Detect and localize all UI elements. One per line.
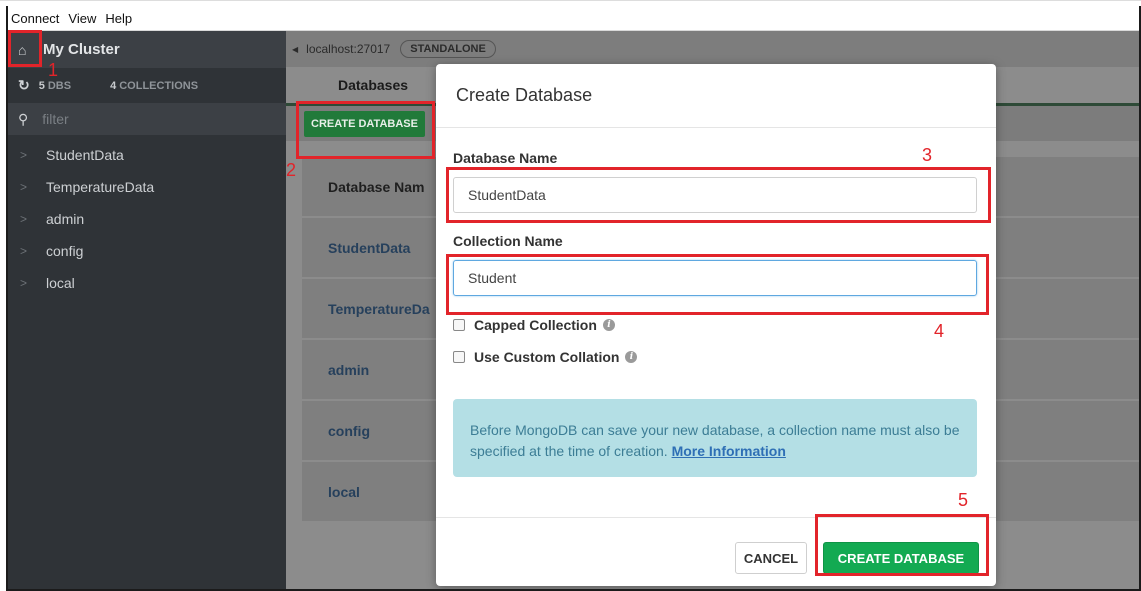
- sidebar-item-studentdata[interactable]: > StudentData: [8, 139, 286, 171]
- sidebar: ⌂ My Cluster ↻ 5 DBS 4 COLLECTIONS ⚲ fil…: [8, 31, 286, 589]
- info-icon[interactable]: i: [625, 351, 638, 363]
- sidebar-item-admin[interactable]: > admin: [8, 203, 286, 235]
- cancel-button[interactable]: CANCEL: [735, 542, 807, 574]
- menu-view[interactable]: View: [68, 11, 96, 26]
- database-list: > StudentData > TemperatureData > admin > co…: [8, 135, 286, 299]
- create-database-dialog: Create Database Database Name StudentDat…: [436, 64, 996, 586]
- capped-collection-label: Capped Collection: [474, 317, 597, 333]
- chevron-right-icon: >: [20, 244, 28, 258]
- standalone-badge: STANDALONE: [400, 40, 496, 58]
- sidebar-item-label: StudentData: [46, 147, 124, 163]
- filter-input[interactable]: filter: [42, 111, 68, 127]
- database-name-label: Database Name: [453, 150, 558, 166]
- sidebar-item-label: config: [46, 243, 84, 259]
- collections-label: COLLECTIONS: [119, 79, 199, 92]
- annotation-box: [815, 514, 989, 576]
- collection-name-label: Collection Name: [453, 233, 563, 249]
- annotation-box: [8, 30, 42, 67]
- chevron-right-icon: >: [20, 276, 28, 290]
- collections-count: 4: [110, 79, 117, 92]
- annotation-number: 3: [922, 145, 933, 165]
- capped-collection-checkbox[interactable]: [453, 319, 465, 331]
- dbs-count: 5: [38, 79, 45, 92]
- sidebar-item-local[interactable]: > local: [8, 267, 286, 299]
- menu-connect[interactable]: Connect: [11, 11, 59, 26]
- annotation-number: 1: [48, 60, 59, 80]
- custom-collation-checkbox[interactable]: [453, 351, 465, 363]
- breadcrumb: ◀ localhost:27017 STANDALONE: [286, 31, 1139, 67]
- chevron-right-icon: >: [20, 180, 28, 194]
- cluster-name: My Cluster: [43, 41, 120, 58]
- sidebar-item-config[interactable]: > config: [8, 235, 286, 267]
- refresh-icon[interactable]: ↻: [18, 77, 30, 94]
- collapse-arrow-icon[interactable]: ◀: [292, 45, 298, 54]
- annotation-number: 4: [934, 321, 945, 341]
- tab-databases[interactable]: Databases: [321, 67, 425, 103]
- info-icon[interactable]: i: [602, 319, 615, 331]
- filter-bar[interactable]: ⚲ filter: [8, 103, 286, 135]
- chevron-right-icon: >: [20, 148, 28, 162]
- search-icon: ⚲: [18, 110, 29, 127]
- annotation-box: [446, 254, 989, 315]
- sidebar-item-label: local: [46, 275, 75, 291]
- more-information-link[interactable]: More Information: [672, 443, 786, 459]
- host-label: localhost:27017: [306, 42, 391, 56]
- sidebar-item-label: admin: [46, 211, 85, 227]
- annotation-number: 5: [958, 490, 969, 510]
- sidebar-item-label: TemperatureData: [46, 179, 155, 195]
- dialog-title: Create Database: [436, 64, 996, 128]
- custom-collation-label: Use Custom Collation: [474, 349, 620, 365]
- menu-help[interactable]: Help: [105, 11, 132, 26]
- chevron-right-icon: >: [20, 212, 28, 226]
- custom-collation-row: Use Custom Collation i: [453, 341, 979, 373]
- annotation-box: [446, 167, 991, 223]
- annotation-number: 2: [286, 160, 297, 180]
- info-note: Before MongoDB can save your new databas…: [453, 399, 977, 477]
- dbs-label: DBS: [47, 79, 72, 92]
- annotation-box: [296, 101, 435, 159]
- sidebar-item-temperaturedata[interactable]: > TemperatureData: [8, 171, 286, 203]
- menu-bar: Connect View Help: [8, 6, 1139, 31]
